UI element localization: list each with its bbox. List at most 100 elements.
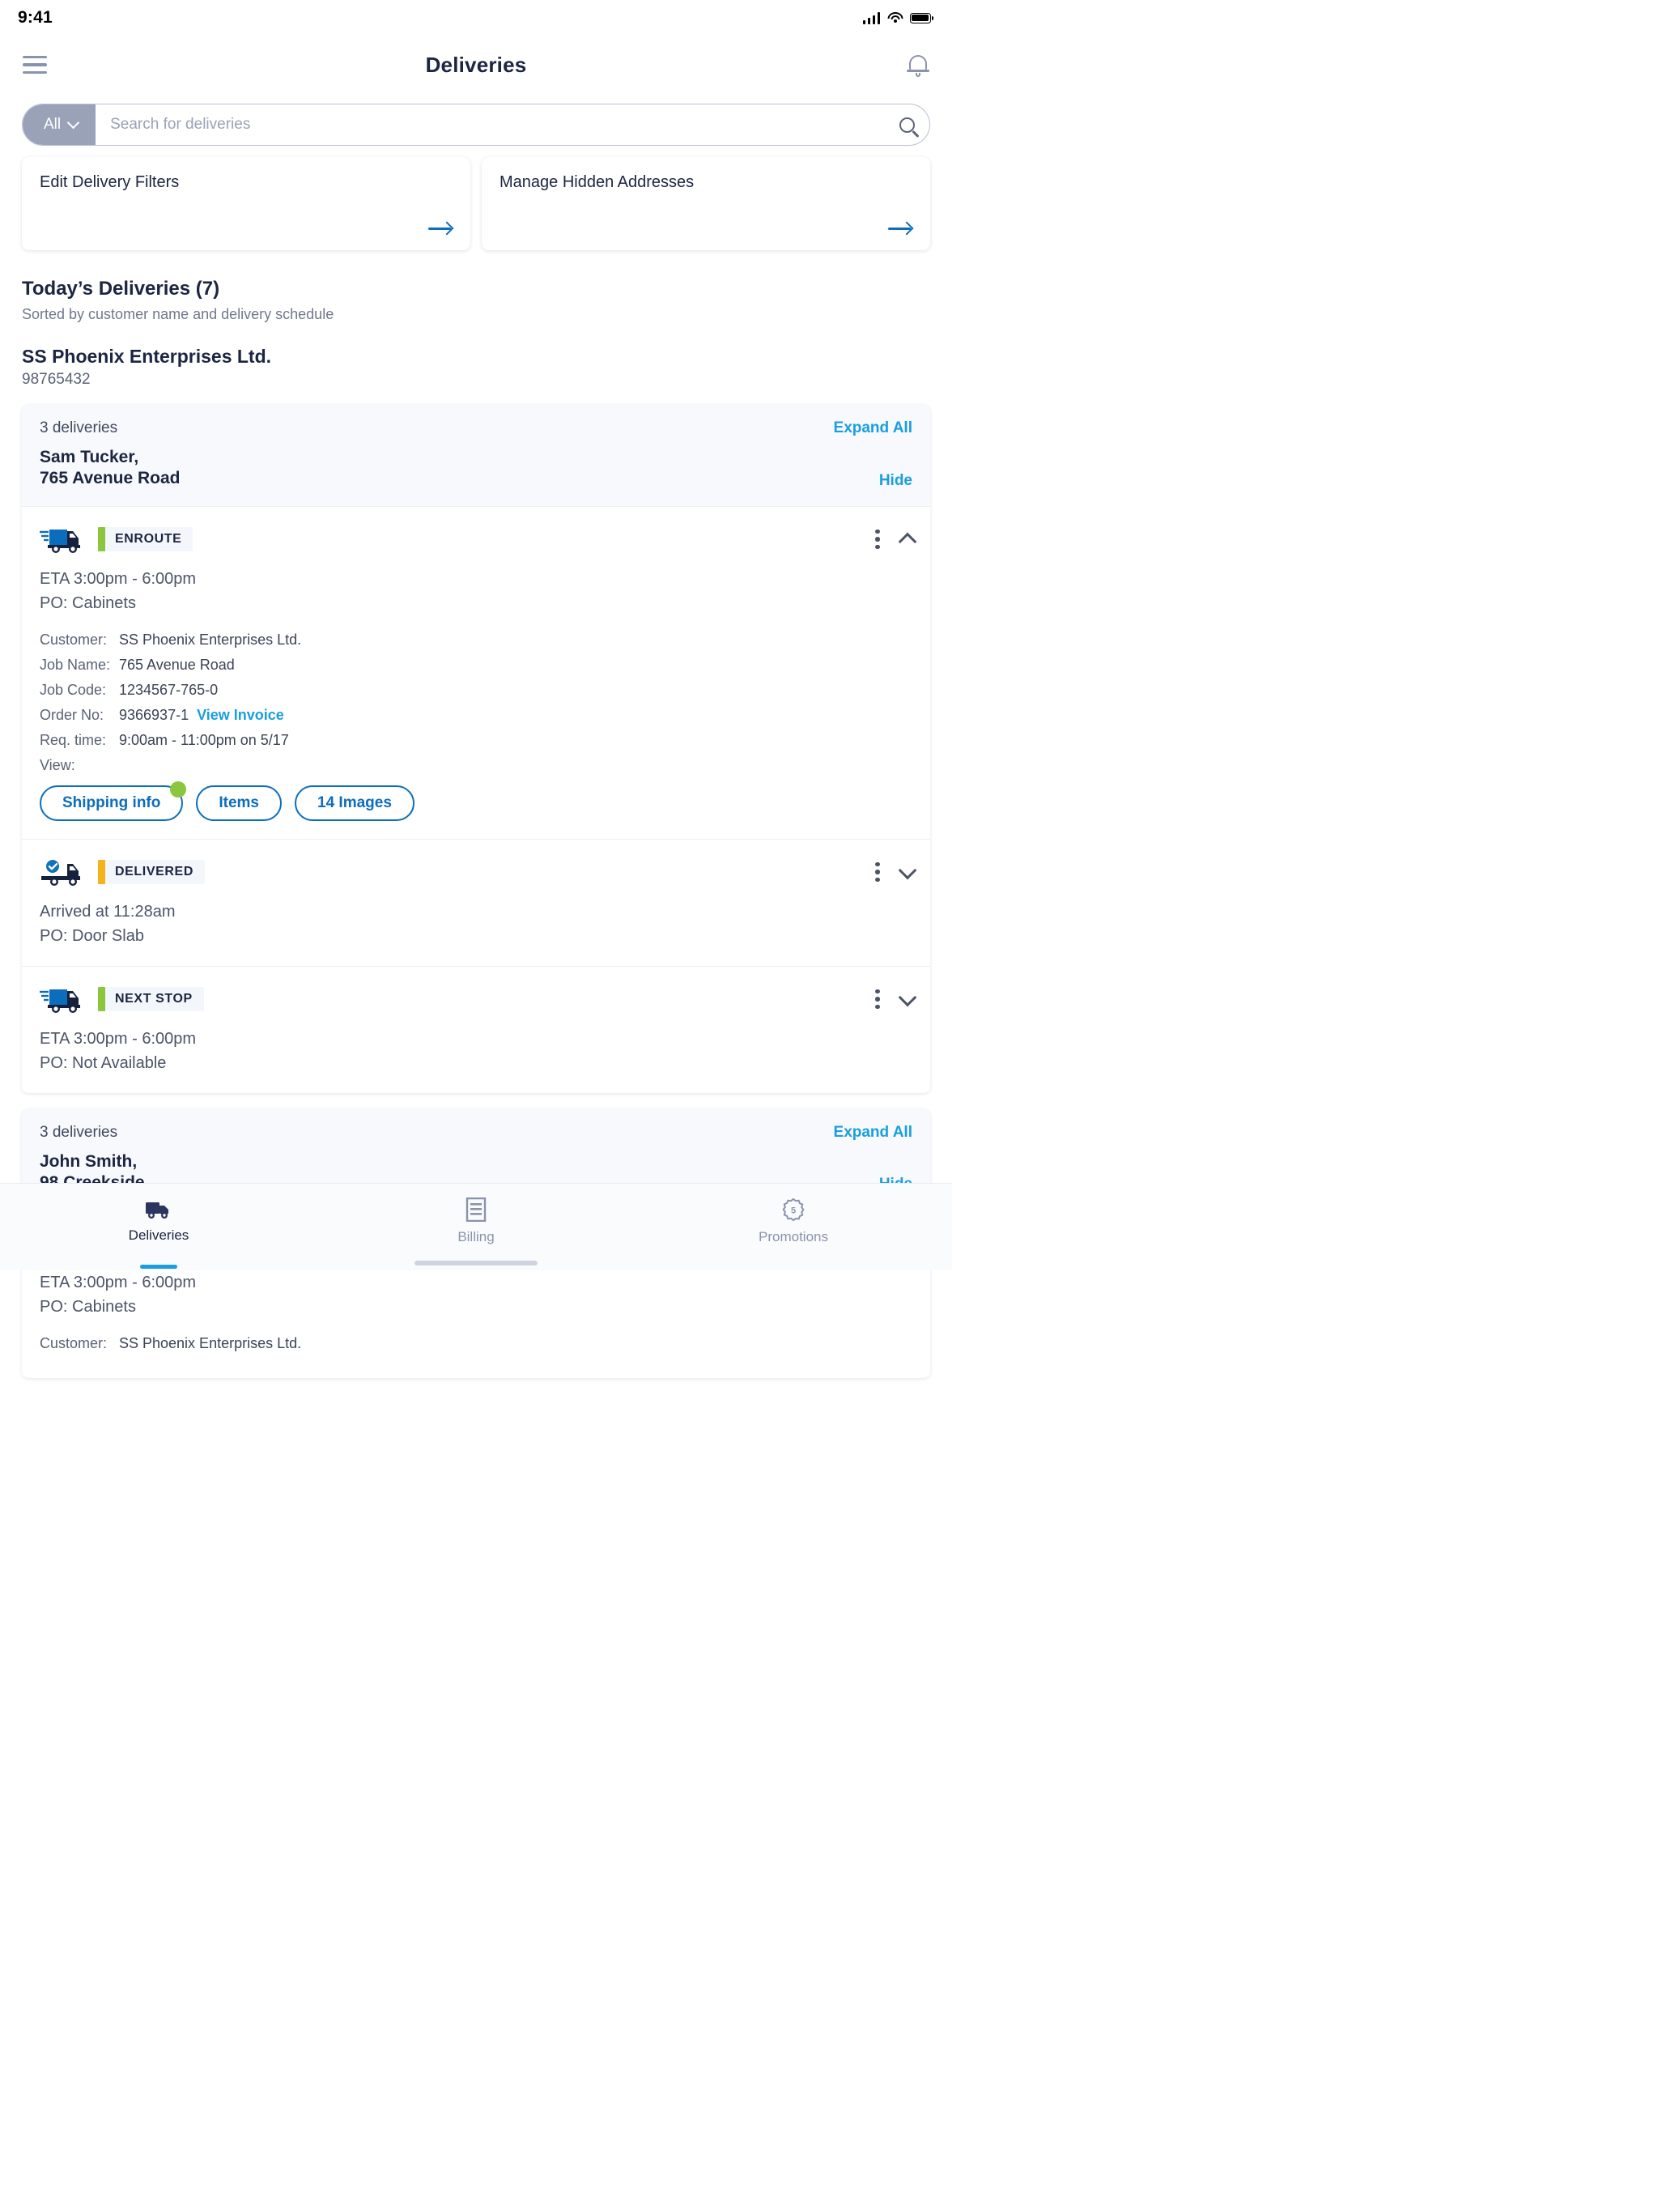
section-title: Today’s Deliveries (7): [22, 278, 930, 300]
tab-label: Billing: [457, 1229, 494, 1245]
arrow-right-icon: [428, 219, 453, 237]
cellular-signal-icon: [863, 12, 881, 24]
row-actions: [872, 526, 914, 553]
status-color-bar: [98, 527, 105, 551]
customer-name: SS Phoenix Enterprises Ltd.: [22, 346, 930, 368]
chevron-down-icon[interactable]: [899, 861, 917, 879]
detail-value: SS Phoenix Enterprises Ltd.: [119, 632, 301, 649]
detail-row: Req. time: 9:00am - 11:00pm on 5/17: [40, 732, 912, 749]
row-actions: [872, 859, 914, 886]
view-pill-buttons: Shipping info Items 14 Images: [40, 785, 912, 821]
bottom-tab-bar: Deliveries Billing 5 Promotions: [0, 1183, 952, 1270]
receipt-icon: [465, 1197, 487, 1222]
manage-hidden-addresses-card[interactable]: Manage Hidden Addresses: [482, 157, 930, 250]
tab-billing[interactable]: Billing: [317, 1184, 635, 1270]
expand-all-button[interactable]: Expand All: [834, 1124, 912, 1142]
truck-enroute-icon: [40, 983, 85, 1015]
detail-key: Job Name:: [40, 657, 119, 674]
status-badge: ENROUTE: [98, 527, 193, 551]
pill-label: 14 Images: [317, 794, 392, 812]
detail-value: 9:00am - 11:00pm on 5/17: [119, 732, 289, 749]
delivery-eta: ETA 3:00pm - 6:00pm: [40, 1027, 912, 1051]
customer-account-number: 98765432: [22, 371, 930, 389]
edit-delivery-filters-card[interactable]: Edit Delivery Filters: [22, 157, 470, 250]
delivery-count: 3 deliveries: [40, 419, 181, 437]
arrow-right-icon: [888, 219, 912, 237]
status-time: 9:41: [18, 8, 53, 28]
items-button[interactable]: Items: [196, 785, 282, 821]
delivery-arrival: Arrived at 11:28am: [40, 900, 912, 924]
images-button[interactable]: 14 Images: [295, 785, 414, 821]
bell-icon[interactable]: [907, 53, 929, 77]
chevron-down-icon[interactable]: [899, 988, 917, 1006]
delivery-eta: ETA 3:00pm - 6:00pm: [40, 567, 912, 591]
delivery-row[interactable]: NEXT STOP ETA 3:00pm - 6:00pm PO: Not Av…: [22, 966, 930, 1093]
delivery-group: 3 deliveries Sam Tucker, 765 Avenue Road…: [22, 405, 930, 1093]
expand-all-button[interactable]: Expand All: [834, 419, 912, 437]
wifi-icon: [887, 12, 903, 23]
delivery-details: Customer: SS Phoenix Enterprises Ltd.: [40, 1335, 912, 1352]
search-scope-label: All: [44, 116, 61, 134]
more-options-icon[interactable]: [872, 859, 878, 886]
tab-deliveries[interactable]: Deliveries: [0, 1184, 317, 1270]
tab-label: Deliveries: [129, 1227, 189, 1244]
delivery-po: PO: Cabinets: [40, 1295, 912, 1319]
tab-label: Promotions: [759, 1229, 828, 1245]
view-invoice-link[interactable]: View Invoice: [197, 707, 284, 723]
shipping-info-button[interactable]: Shipping info: [40, 785, 183, 821]
detail-row: Order No: 9366937-1View Invoice: [40, 707, 912, 724]
more-options-icon[interactable]: [872, 526, 878, 553]
delivery-row[interactable]: DELIVERED Arrived at 11:28am PO: Door Sl…: [22, 839, 930, 966]
more-options-icon[interactable]: [872, 986, 878, 1013]
status-color-bar: [98, 860, 105, 884]
card-title: Manage Hidden Addresses: [500, 173, 912, 192]
truck-delivered-icon: [40, 856, 85, 888]
delivery-row[interactable]: ENROUTE ETA 3:00pm - 6:00pm PO: Cabinets…: [22, 506, 930, 839]
delivery-group-header: 3 deliveries Sam Tucker, 765 Avenue Road…: [22, 405, 930, 506]
search-scope-dropdown[interactable]: All: [23, 104, 96, 145]
pill-label: Items: [219, 794, 259, 812]
truck-icon: [145, 1199, 172, 1220]
detail-value: 1234567-765-0: [119, 682, 218, 699]
svg-text:5: 5: [791, 1206, 796, 1216]
detail-key: Customer:: [40, 1335, 119, 1352]
delivery-po: PO: Door Slab: [40, 924, 912, 948]
group-contact-name: John Smith,: [40, 1151, 145, 1172]
tab-promotions[interactable]: 5 Promotions: [635, 1184, 952, 1270]
detail-key: Job Code:: [40, 682, 119, 699]
detail-value: 9366937-1View Invoice: [119, 707, 284, 724]
page-title: Deliveries: [0, 53, 952, 78]
status-badge: DELIVERED: [98, 860, 205, 884]
delivery-po: PO: Not Available: [40, 1051, 912, 1075]
status-bar: 9:41: [0, 0, 952, 36]
search-area: All: [0, 94, 952, 146]
detail-row: View:: [40, 757, 912, 774]
status-color-bar: [98, 987, 105, 1011]
detail-key: View:: [40, 757, 119, 774]
delivery-count: 3 deliveries: [40, 1124, 145, 1142]
detail-row: Customer: SS Phoenix Enterprises Ltd.: [40, 1335, 912, 1352]
detail-row: Job Name: 765 Avenue Road: [40, 657, 912, 674]
search-input[interactable]: [96, 104, 884, 145]
hamburger-icon[interactable]: [23, 56, 47, 74]
detail-key: Req. time:: [40, 732, 119, 749]
status-label: DELIVERED: [115, 865, 193, 879]
status-badge: NEXT STOP: [98, 987, 204, 1011]
status-label: NEXT STOP: [115, 992, 193, 1006]
chevron-down-icon: [67, 117, 80, 130]
hide-group-button[interactable]: Hide: [879, 472, 912, 490]
detail-value: SS Phoenix Enterprises Ltd.: [119, 1335, 301, 1352]
nav-bar: Deliveries: [0, 36, 952, 94]
search-bar: All: [22, 104, 930, 146]
search-icon[interactable]: [884, 104, 929, 145]
promo-tag-icon: 5: [781, 1197, 806, 1222]
section-subtitle: Sorted by customer name and delivery sch…: [22, 306, 930, 323]
pill-label: Shipping info: [62, 794, 160, 812]
row-actions: [872, 986, 914, 1013]
chevron-up-icon[interactable]: [899, 532, 917, 551]
group-contact-name: Sam Tucker,: [40, 447, 181, 468]
detail-key: Customer:: [40, 632, 119, 649]
customer-header: SS Phoenix Enterprises Ltd. 98765432: [0, 323, 952, 389]
detail-value: 765 Avenue Road: [119, 657, 235, 674]
detail-row: Job Code: 1234567-765-0: [40, 682, 912, 699]
